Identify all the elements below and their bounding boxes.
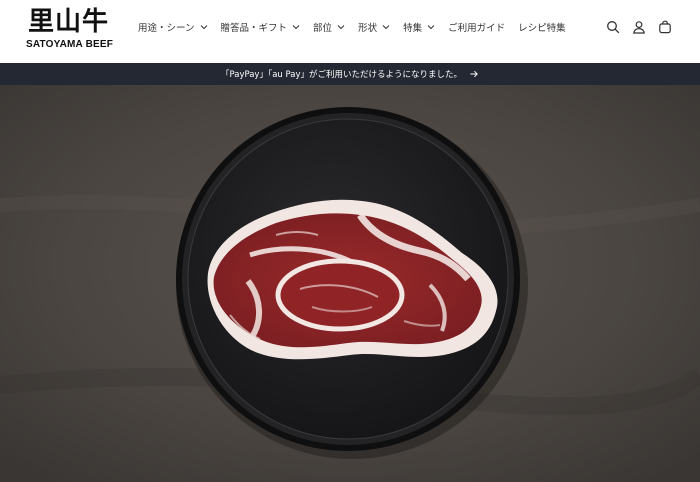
nav-item-feature[interactable]: 特集: [403, 20, 435, 34]
nav-item-gift[interactable]: 贈答品・ギフト: [221, 20, 301, 34]
nav-item-label: 贈答品・ギフト: [220, 23, 288, 34]
header-icons: [596, 18, 674, 36]
site-header: 里山牛 SATOYAMA BEEF 用途・シーン 贈答品・ギフト 部位 形状 特…: [0, 0, 700, 63]
announcement-bar[interactable]: 「PayPay」「au Pay」がご利用いただけるようになりました。: [0, 63, 700, 85]
chevron-down-icon: [337, 23, 345, 31]
hero-banner[interactable]: [0, 85, 700, 482]
cart-icon[interactable]: [656, 18, 674, 36]
account-icon[interactable]: [630, 18, 648, 36]
chevron-down-icon: [382, 23, 390, 31]
logo-kanji: 里山牛: [28, 7, 110, 37]
nav-item-guide[interactable]: ご利用ガイド: [448, 20, 505, 34]
arrow-right-icon: [469, 69, 479, 79]
search-icon[interactable]: [604, 18, 622, 36]
chevron-down-icon: [427, 23, 435, 31]
nav-item-label: 部位: [313, 23, 333, 34]
site-logo[interactable]: 里山牛 SATOYAMA BEEF: [26, 6, 118, 52]
nav-item-cut[interactable]: 部位: [313, 20, 345, 34]
nav-item-label: レシピ特集: [518, 23, 566, 34]
announcement-text: 「PayPay」「au Pay」がご利用いただけるようになりました。: [221, 70, 462, 80]
nav-item-label: 特集: [403, 23, 423, 34]
nav-item-recipes[interactable]: レシピ特集: [518, 20, 566, 34]
hero-image: [0, 85, 700, 482]
chevron-down-icon: [292, 23, 300, 31]
logo-subtitle: SATOYAMA BEEF: [26, 39, 114, 50]
main-nav: 用途・シーン 贈答品・ギフト 部位 形状 特集 ご利用ガイド レシピ特集: [138, 18, 579, 36]
nav-item-usage-scene[interactable]: 用途・シーン: [138, 20, 208, 34]
nav-item-label: ご利用ガイド: [448, 23, 506, 34]
nav-item-label: 用途・シーン: [138, 23, 195, 34]
nav-item-shape[interactable]: 形状: [358, 20, 390, 34]
nav-item-label: 形状: [358, 23, 378, 34]
chevron-down-icon: [200, 23, 208, 31]
